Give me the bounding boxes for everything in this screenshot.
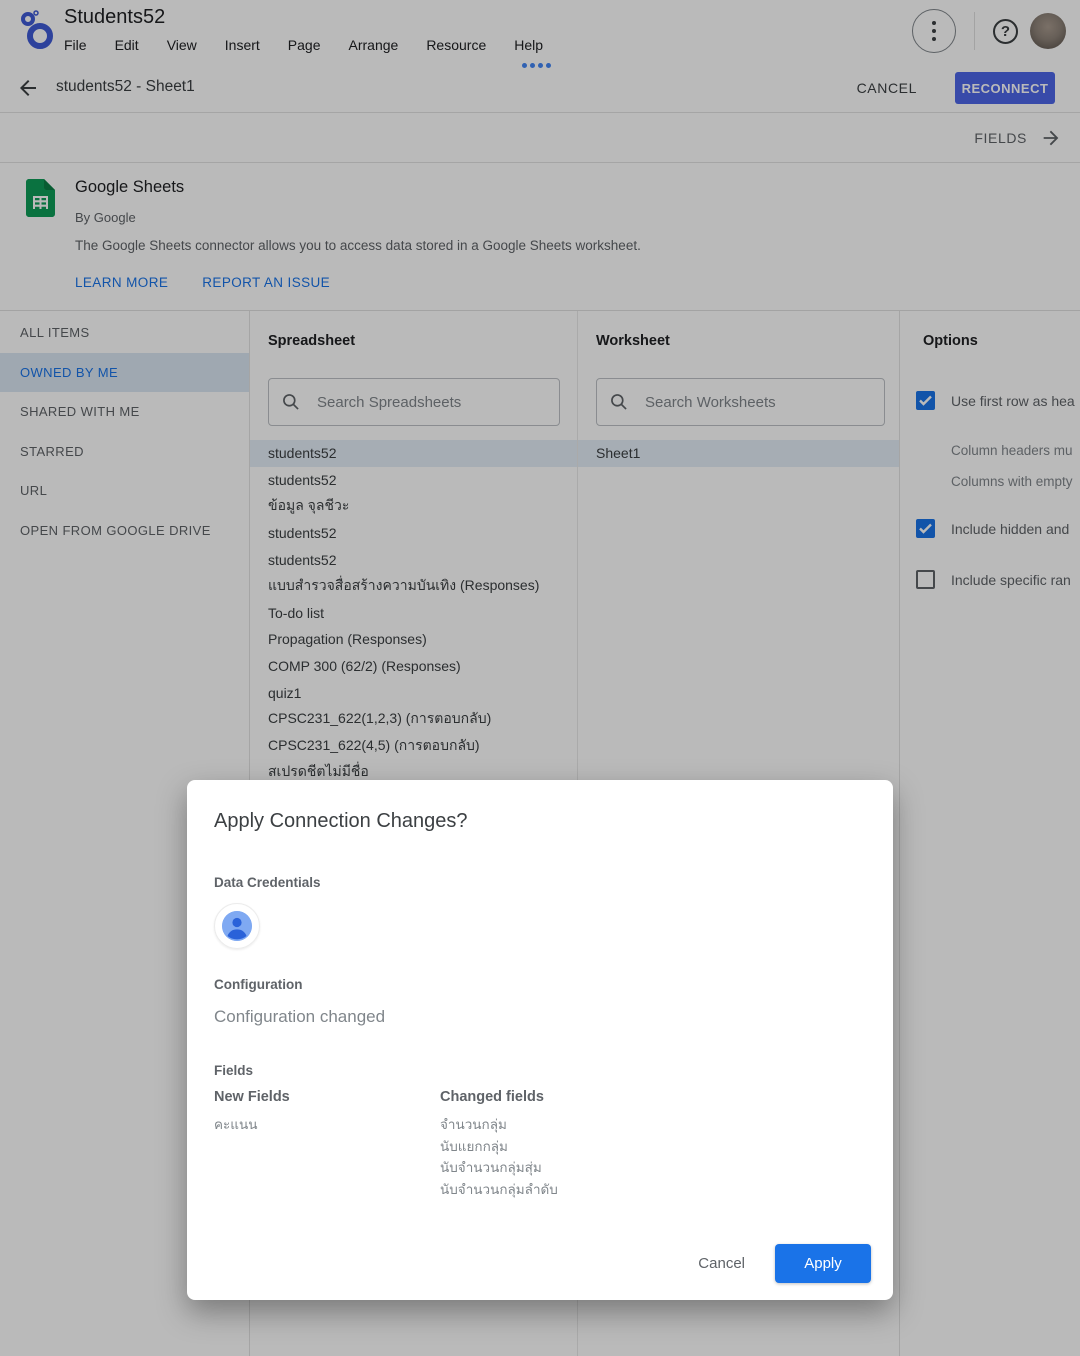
new-fields-header: New Fields bbox=[214, 1089, 440, 1105]
dialog-apply-button[interactable]: Apply bbox=[775, 1244, 871, 1283]
configuration-label: Configuration bbox=[214, 977, 865, 992]
credentials-label: Data Credentials bbox=[214, 875, 865, 890]
new-fields-list: คะแนน bbox=[214, 1114, 440, 1136]
dialog-title: Apply Connection Changes? bbox=[214, 810, 865, 833]
dialog-cancel-button[interactable]: Cancel bbox=[698, 1255, 745, 1272]
configuration-status: Configuration changed bbox=[214, 1007, 865, 1027]
changed-field-item: นับจำนวนกลุ่มสุ่ม bbox=[440, 1157, 558, 1179]
dialog-footer: Cancel Apply bbox=[698, 1244, 871, 1283]
changed-fields-header: Changed fields bbox=[440, 1089, 558, 1105]
looker-studio-connector-page: Students52 FileEditViewInsertPageArrange… bbox=[0, 0, 1080, 1356]
credential-account-chip[interactable] bbox=[214, 903, 260, 949]
changed-field-item: นับแยกกลุ่ม bbox=[440, 1136, 558, 1158]
account-avatar-icon bbox=[222, 911, 252, 941]
changed-fields-column: Changed fields จำนวนกลุ่มนับแยกกลุ่มนับจ… bbox=[440, 1089, 558, 1200]
new-fields-column: New Fields คะแนน bbox=[214, 1089, 440, 1200]
fields-section-label: Fields bbox=[214, 1063, 865, 1078]
fields-columns: New Fields คะแนน Changed fields จำนวนกลุ… bbox=[214, 1089, 865, 1200]
changed-field-item: นับจำนวนกลุ่มลำดับ bbox=[440, 1179, 558, 1201]
new-field-item: คะแนน bbox=[214, 1114, 440, 1136]
changed-fields-list: จำนวนกลุ่มนับแยกกลุ่มนับจำนวนกลุ่มสุ่มนั… bbox=[440, 1114, 558, 1200]
changed-field-item: จำนวนกลุ่ม bbox=[440, 1114, 558, 1136]
apply-changes-dialog: Apply Connection Changes? Data Credentia… bbox=[187, 780, 893, 1300]
